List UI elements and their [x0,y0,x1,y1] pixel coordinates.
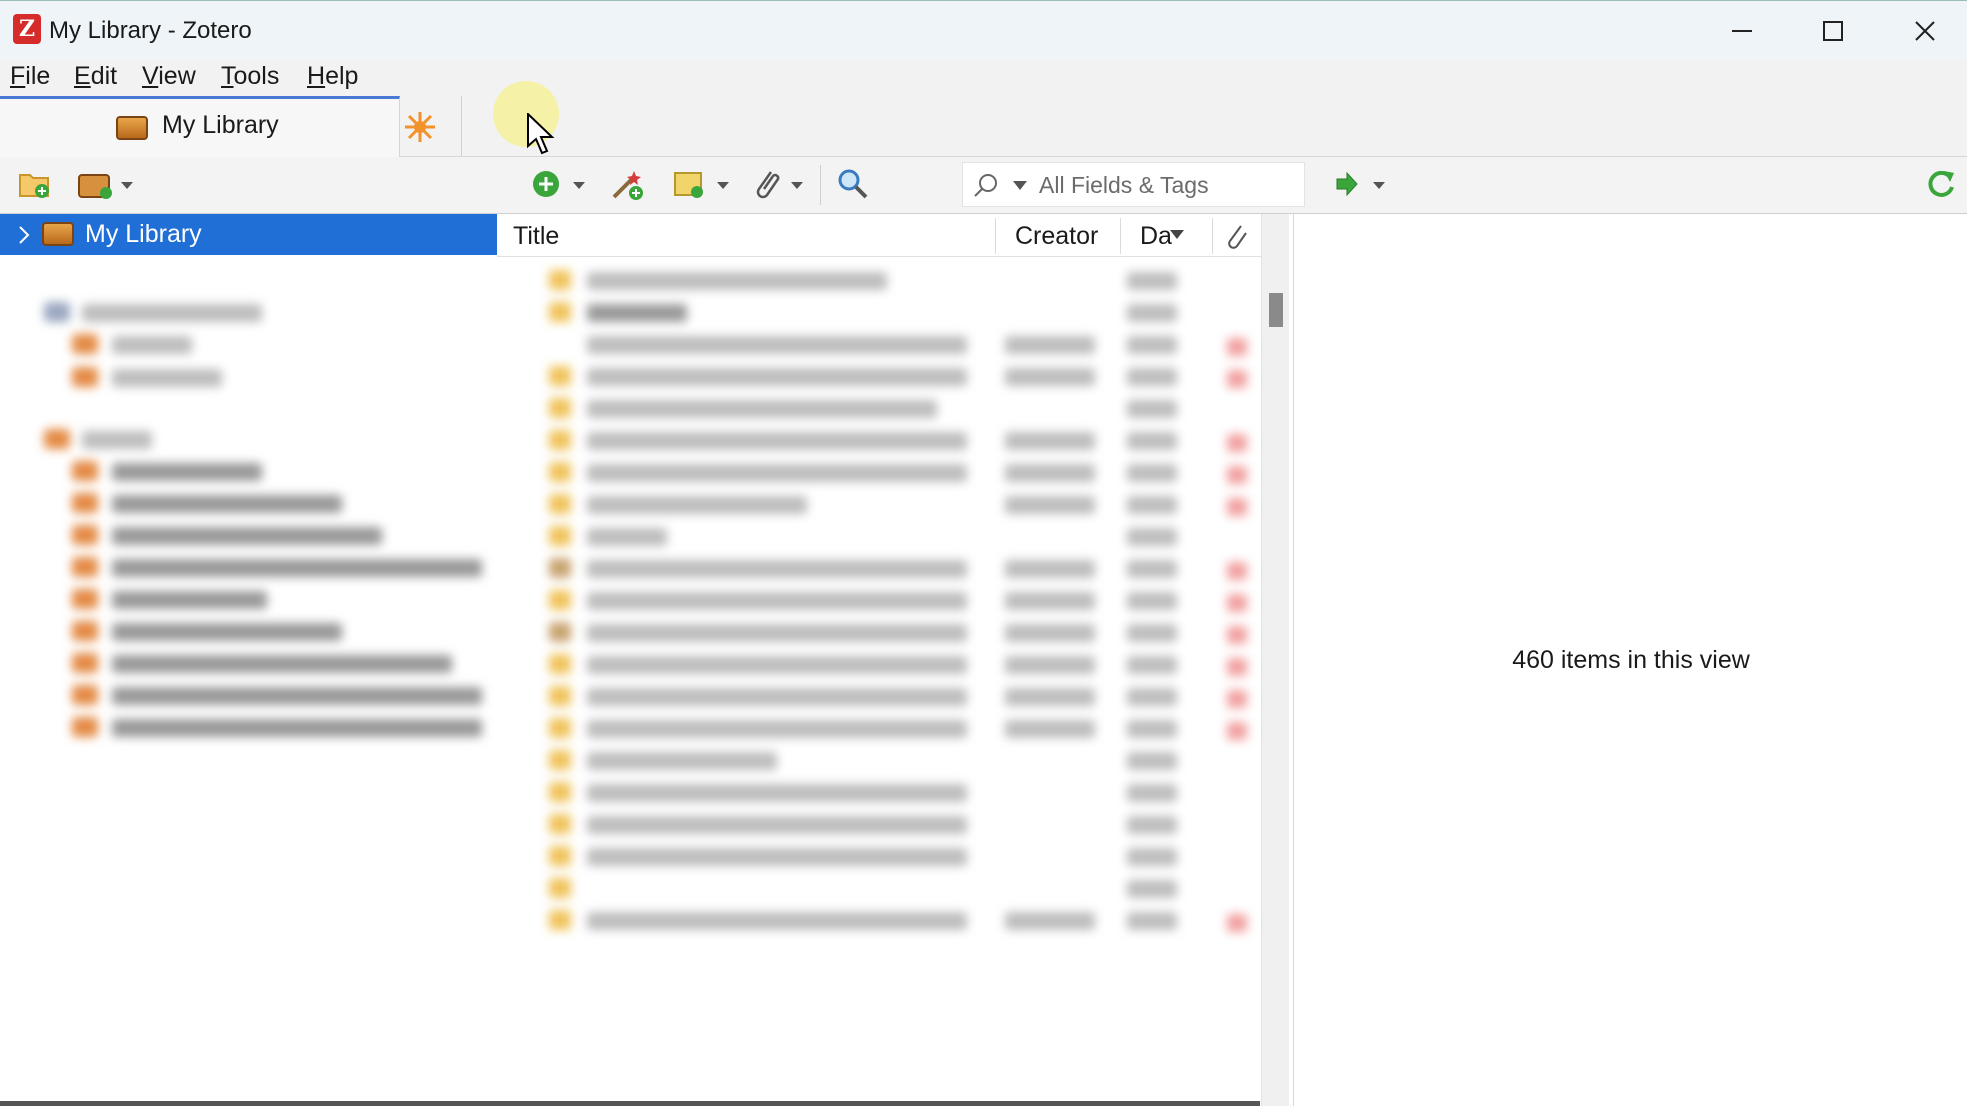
tab-label: My Library [162,111,279,139]
zotero-app-icon: Z [13,14,41,44]
scrollbar-thumb[interactable] [1269,293,1283,327]
add-attachment-button[interactable] [751,167,811,203]
minimize-button[interactable] [1712,9,1772,53]
column-divider[interactable] [995,218,996,254]
search-mode-dropdown-icon[interactable] [1013,181,1027,191]
close-button[interactable] [1895,9,1955,53]
chevron-right-icon[interactable] [18,225,30,245]
locate-arrow-icon [1336,171,1385,197]
locate-button[interactable] [1335,167,1389,203]
new-note-icon [674,172,729,198]
collection-my-library[interactable]: My Library [0,214,497,255]
search-icon [974,174,997,197]
items-table-header: Title Creator Da [497,214,1261,257]
attachment-column-icon[interactable] [1224,223,1250,249]
library-icon [42,222,74,246]
mouse-cursor-icon [527,113,555,155]
new-library-button[interactable] [77,167,137,203]
menu-file[interactable]: File [10,62,50,91]
column-title[interactable]: Title [513,222,559,251]
new-item-icon [533,171,585,197]
maximize-icon [1823,21,1843,41]
title-bar: Z My Library - Zotero [0,0,1967,60]
new-collection-button[interactable] [18,167,52,203]
tab-my-library[interactable]: My Library [0,96,400,157]
collection-label: My Library [85,220,202,248]
search-input[interactable] [1037,169,1301,201]
tab-separator [461,96,462,156]
new-collection-icon [19,174,49,198]
menu-tools[interactable]: Tools [221,62,279,91]
tab-bar: My Library [0,96,1967,157]
sync-icon [1928,170,1954,197]
window-title: My Library - Zotero [49,17,252,44]
menu-bar: File Edit View Tools Help [0,60,1967,96]
new-note-button[interactable] [673,167,733,203]
item-pane: 460 items in this view [1293,214,1967,1106]
items-pane: Title Creator Da [497,214,1289,1106]
add-by-identifier-button[interactable] [610,167,646,203]
column-date[interactable]: Da [1140,222,1172,251]
search-box [962,162,1305,207]
new-library-icon [78,174,133,199]
collections-pane: My Library [0,214,497,1106]
minimize-icon [1732,30,1752,32]
new-item-button[interactable] [531,167,591,203]
maximize-button[interactable] [1803,9,1863,53]
magnifier-icon [838,169,868,199]
items-count-message: 460 items in this view [1512,646,1750,674]
column-divider[interactable] [1212,218,1213,254]
add-by-identifier-icon [612,171,643,200]
zotero-connector-button[interactable] [403,110,437,149]
toolbar-separator [820,165,821,205]
column-divider[interactable] [1120,218,1121,254]
paperclip-icon [756,171,803,199]
close-icon [1915,21,1935,41]
menu-view[interactable]: View [142,62,196,91]
items-scrollbar[interactable] [1261,214,1289,1106]
toolbar [0,157,1967,214]
sync-button[interactable] [1926,167,1956,203]
advanced-search-button[interactable] [836,167,870,203]
star-network-icon [405,112,435,142]
library-icon [116,116,148,140]
column-creator[interactable]: Creator [1015,222,1098,251]
window-bottom-edge [0,1101,1260,1106]
sort-descending-icon [1170,230,1184,239]
menu-help[interactable]: Help [307,62,358,91]
menu-edit[interactable]: Edit [74,62,117,91]
